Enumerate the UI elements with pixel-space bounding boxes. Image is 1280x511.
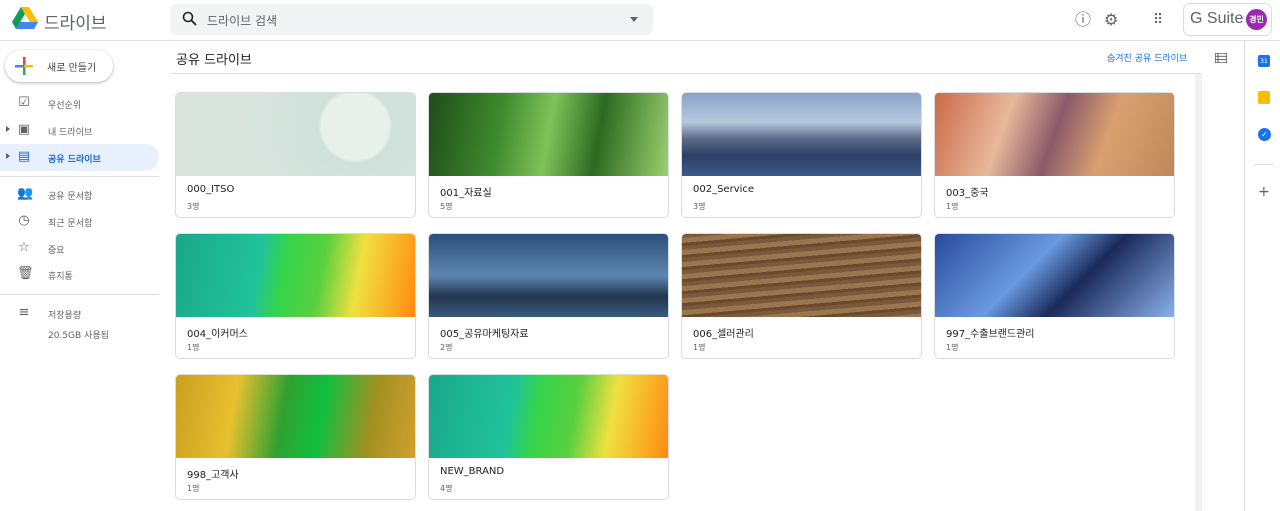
shared-drives-icon: ▤ [17, 149, 31, 164]
drive-logo[interactable] [12, 7, 38, 30]
member-count: 5명 [440, 202, 453, 211]
shared-drive-card[interactable]: 997_수출브랜드관리 1명 [934, 233, 1175, 359]
gsuite-label: G Suite [1190, 10, 1244, 27]
account-button[interactable]: G Suite 경민 [1183, 3, 1272, 36]
drive-cover-image [176, 375, 415, 458]
trash-icon: 🗑 [17, 266, 34, 281]
drive-name: NEW_BRAND [440, 466, 505, 477]
add-icon[interactable]: + [1258, 184, 1270, 200]
side-panel: 31 ✓ + [1244, 41, 1280, 511]
shared-drive-card[interactable]: 004_이커머스 1명 [175, 233, 416, 359]
list-view-icon[interactable] [1215, 53, 1227, 63]
scrollbar[interactable] [1195, 74, 1202, 511]
sidebar-item-label: 공유 문서함 [48, 192, 93, 202]
expand-icon[interactable] [6, 126, 10, 132]
sidebar-item-label: 최근 문서함 [48, 219, 93, 229]
drive-name: 003_중국 [946, 188, 989, 199]
divider [1254, 164, 1274, 165]
sidebar-item-trash[interactable]: 🗑 휴지통 [0, 261, 159, 288]
drive-name: 004_이커머스 [187, 329, 248, 340]
member-count: 1명 [946, 343, 959, 352]
drive-cover-image [429, 375, 668, 458]
sidebar-item-label: 저장용량 [48, 311, 82, 321]
drive-name: 002_Service [693, 184, 755, 195]
drive-name: 997_수출브랜드관리 [946, 329, 1035, 340]
sidebar-item-label: 내 드라이브 [48, 128, 93, 138]
member-count: 1명 [187, 343, 200, 352]
search-placeholder: 드라이브 검색 [207, 14, 278, 28]
sidebar-item-my-drive[interactable]: ▣ 내 드라이브 [0, 117, 159, 144]
sidebar-item-label: 우선순위 [48, 101, 82, 111]
calendar-icon[interactable]: 31 [1258, 55, 1270, 67]
drive-cover-image [176, 234, 415, 317]
member-count: 4명 [440, 484, 453, 493]
sidebar-item-label: 휴지통 [48, 272, 73, 282]
shared-drive-card[interactable]: 003_중국 1명 [934, 92, 1175, 218]
drive-cover-image [429, 234, 668, 317]
top-bar: 드라이브 드라이브 검색 ⓘ ⚙ ⠿ G Suite 경민 [0, 0, 1280, 41]
sidebar-item-storage[interactable]: ≡ 저장용량 [0, 300, 159, 327]
member-count: 1명 [693, 343, 706, 352]
drive-cover-image [682, 234, 921, 317]
drive-cover-image [682, 93, 921, 176]
priority-icon: ☑ [18, 95, 30, 110]
shared-drive-card[interactable]: 001_자료실 5명 [428, 92, 669, 218]
divider [0, 294, 159, 295]
member-count: 1명 [946, 202, 959, 211]
plus-icon [15, 57, 33, 75]
divider [0, 176, 159, 177]
new-label: 새로 만들기 [47, 63, 97, 74]
member-count: 3명 [693, 202, 706, 211]
drive-name: 001_자료실 [440, 188, 492, 199]
shared-drive-card[interactable]: 005_공유마케팅자료 2명 [428, 233, 669, 359]
sidebar-item-label: 중요 [48, 246, 65, 256]
my-drive-icon: ▣ [17, 122, 31, 137]
settings-icon[interactable]: ⚙ [1104, 11, 1118, 29]
drive-cover-image [935, 234, 1174, 317]
apps-icon[interactable]: ⠿ [1153, 11, 1163, 29]
shared-drive-card[interactable]: 998_고객사 1명 [175, 374, 416, 500]
star-icon: ☆ [18, 240, 30, 255]
sidebar-item-shared-drives[interactable]: ▤ 공유 드라이브 [0, 144, 159, 171]
app-title: 드라이브 [44, 14, 107, 34]
people-icon: 👥 [17, 186, 34, 201]
shared-drive-card[interactable]: NEW_BRAND 4명 [428, 374, 669, 500]
divider [170, 73, 1201, 74]
storage-icon: ≡ [18, 305, 30, 320]
member-count: 2명 [440, 343, 453, 352]
drive-name: 005_공유마케팅자료 [440, 329, 529, 340]
search-icon [182, 11, 197, 26]
new-button[interactable]: 새로 만들기 [5, 50, 113, 82]
clock-icon: ◷ [18, 213, 30, 228]
member-count: 3명 [187, 202, 200, 211]
shared-drive-card[interactable]: 000_ITSO 3명 [175, 92, 416, 218]
sidebar-item-starred[interactable]: ☆ 중요 [0, 235, 159, 262]
sidebar-item-label: 공유 드라이브 [48, 155, 101, 165]
search-options-icon[interactable] [630, 17, 638, 22]
storage-used: 20.5GB 사용됨 [48, 331, 109, 341]
shared-drive-card[interactable]: 002_Service 3명 [681, 92, 922, 218]
tasks-icon[interactable]: ✓ [1258, 128, 1271, 141]
drive-cover-image [429, 93, 668, 176]
keep-icon[interactable] [1258, 91, 1270, 104]
hidden-shared-drives-link[interactable]: 숨겨진 공유 드라이브 [1107, 51, 1187, 64]
shared-drive-card[interactable]: 006_셀러관리 1명 [681, 233, 922, 359]
expand-icon[interactable] [6, 153, 10, 159]
help-icon[interactable]: ⓘ [1075, 11, 1091, 29]
drive-name: 006_셀러관리 [693, 329, 754, 340]
sidebar-item-recent[interactable]: ◷ 최근 문서함 [0, 208, 159, 235]
avatar[interactable]: 경민 [1246, 9, 1267, 30]
sidebar-item-priority[interactable]: ☑ 우선순위 [0, 90, 159, 117]
drive-name: 000_ITSO [187, 184, 235, 195]
search-input[interactable]: 드라이브 검색 [170, 4, 653, 35]
drive-cover-image [176, 93, 415, 176]
sidebar-item-shared-with-me[interactable]: 👥 공유 문서함 [0, 181, 159, 208]
page-title: 공유 드라이브 [176, 53, 252, 68]
drive-cover-image [935, 93, 1174, 176]
drive-name: 998_고객사 [187, 470, 239, 481]
member-count: 1명 [187, 484, 200, 493]
